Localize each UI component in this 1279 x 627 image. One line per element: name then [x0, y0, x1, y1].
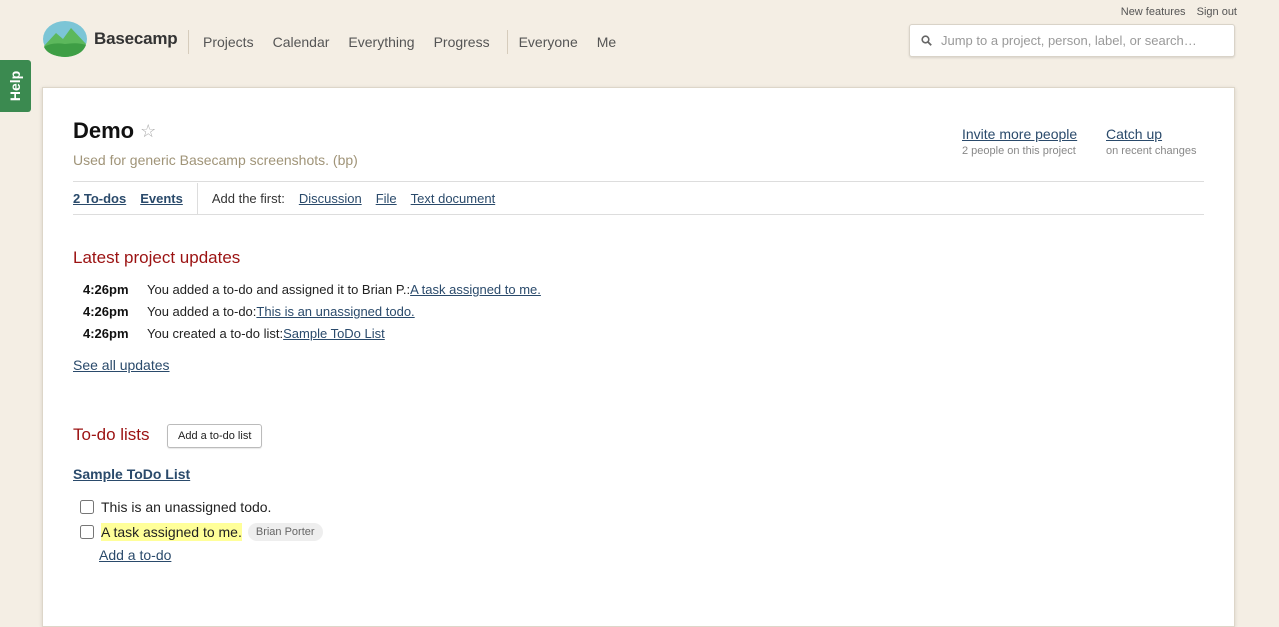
update-time: 4:26pm — [83, 325, 129, 341]
update-item: 4:26pm You added a to-do and assigned it… — [83, 278, 541, 300]
todo-text[interactable]: This is an unassigned todo. — [101, 499, 271, 515]
project-description: Used for generic Basecamp screenshots. (… — [73, 152, 358, 168]
updates-heading: Latest project updates — [73, 248, 241, 267]
todo-lists-heading: To-do lists — [73, 425, 150, 444]
update-time: 4:26pm — [83, 303, 129, 319]
nav-projects[interactable]: Projects — [203, 34, 254, 50]
tools-divider — [196, 182, 198, 214]
nav-progress[interactable]: Progress — [434, 34, 490, 50]
nav-me[interactable]: Me — [597, 34, 616, 50]
main-nav: Projects Calendar Everything Progress Ev… — [188, 30, 635, 54]
update-text: You added a to-do: — [147, 303, 257, 319]
todo-checkbox[interactable] — [80, 524, 94, 539]
update-link[interactable]: Sample ToDo List — [283, 326, 385, 341]
add-text-document-link[interactable]: Text document — [411, 191, 496, 206]
help-label: Help — [7, 70, 24, 102]
update-link[interactable]: This is an unassigned todo. — [256, 304, 414, 319]
project-panel: Demo ☆ Used for generic Basecamp screens… — [42, 87, 1235, 627]
search-icon — [921, 35, 932, 46]
todo-text[interactable]: A task assigned to me. — [101, 522, 242, 541]
catch-up-link[interactable]: Catch up — [1106, 126, 1197, 142]
basecamp-logo-icon — [43, 21, 87, 57]
todos-tab[interactable]: 2 To-dos — [73, 191, 126, 206]
update-text: You added a to-do and assigned it to Bri… — [147, 281, 411, 297]
update-item: 4:26pm You created a to-do list: Sample … — [83, 322, 541, 344]
todo-item: This is an unassigned todo. — [80, 494, 323, 519]
updates-list: 4:26pm You added a to-do and assigned it… — [83, 278, 541, 344]
update-time: 4:26pm — [83, 281, 129, 297]
search-box[interactable] — [909, 24, 1235, 57]
events-tab[interactable]: Events — [140, 191, 183, 206]
see-all-updates-link[interactable]: See all updates — [73, 357, 170, 373]
sign-out-link[interactable]: Sign out — [1197, 6, 1237, 18]
add-file-link[interactable]: File — [376, 191, 397, 206]
nav-calendar[interactable]: Calendar — [273, 34, 330, 50]
todo-items: This is an unassigned todo. A task assig… — [80, 494, 323, 544]
project-tools-bar: 2 To-dos Events Add the first: Discussio… — [73, 181, 1204, 215]
project-title: Demo — [73, 118, 135, 143]
add-todo-list-button[interactable]: Add a to-do list — [167, 424, 263, 448]
catch-up: Catch up on recent changes — [1106, 126, 1197, 157]
todo-list-name-link[interactable]: Sample ToDo List — [73, 466, 190, 482]
update-item: 4:26pm You added a to-do: This is an una… — [83, 300, 541, 322]
brand-name: Basecamp — [94, 29, 178, 48]
invite-people-link[interactable]: Invite more people — [962, 126, 1077, 142]
todo-checkbox[interactable] — [80, 499, 94, 514]
new-features-link[interactable]: New features — [1121, 6, 1186, 18]
star-icon[interactable]: ☆ — [140, 121, 156, 142]
nav-everything[interactable]: Everything — [348, 34, 414, 50]
add-first-label: Add the first: — [211, 190, 285, 206]
basecamp-logo[interactable]: Basecamp — [42, 20, 178, 58]
help-tab[interactable]: Help — [0, 60, 31, 112]
assignee-badge[interactable]: Brian Porter — [247, 522, 323, 541]
top-links: New features Sign out — [1113, 6, 1237, 18]
catch-up-sub: on recent changes — [1106, 145, 1197, 157]
nav-everyone[interactable]: Everyone — [519, 34, 578, 50]
search-input[interactable] — [939, 32, 1223, 49]
add-todo-link[interactable]: Add a to-do — [99, 547, 171, 563]
invite-people: Invite more people 2 people on this proj… — [962, 126, 1077, 157]
add-discussion-link[interactable]: Discussion — [299, 191, 362, 206]
update-text: You created a to-do list: — [147, 325, 284, 341]
update-link[interactable]: A task assigned to me. — [410, 282, 541, 297]
nav-divider — [506, 30, 508, 54]
project-title-row: Demo ☆ — [73, 118, 156, 144]
invite-people-sub: 2 people on this project — [962, 145, 1076, 157]
todo-item: A task assigned to me. Brian Porter — [80, 519, 323, 544]
